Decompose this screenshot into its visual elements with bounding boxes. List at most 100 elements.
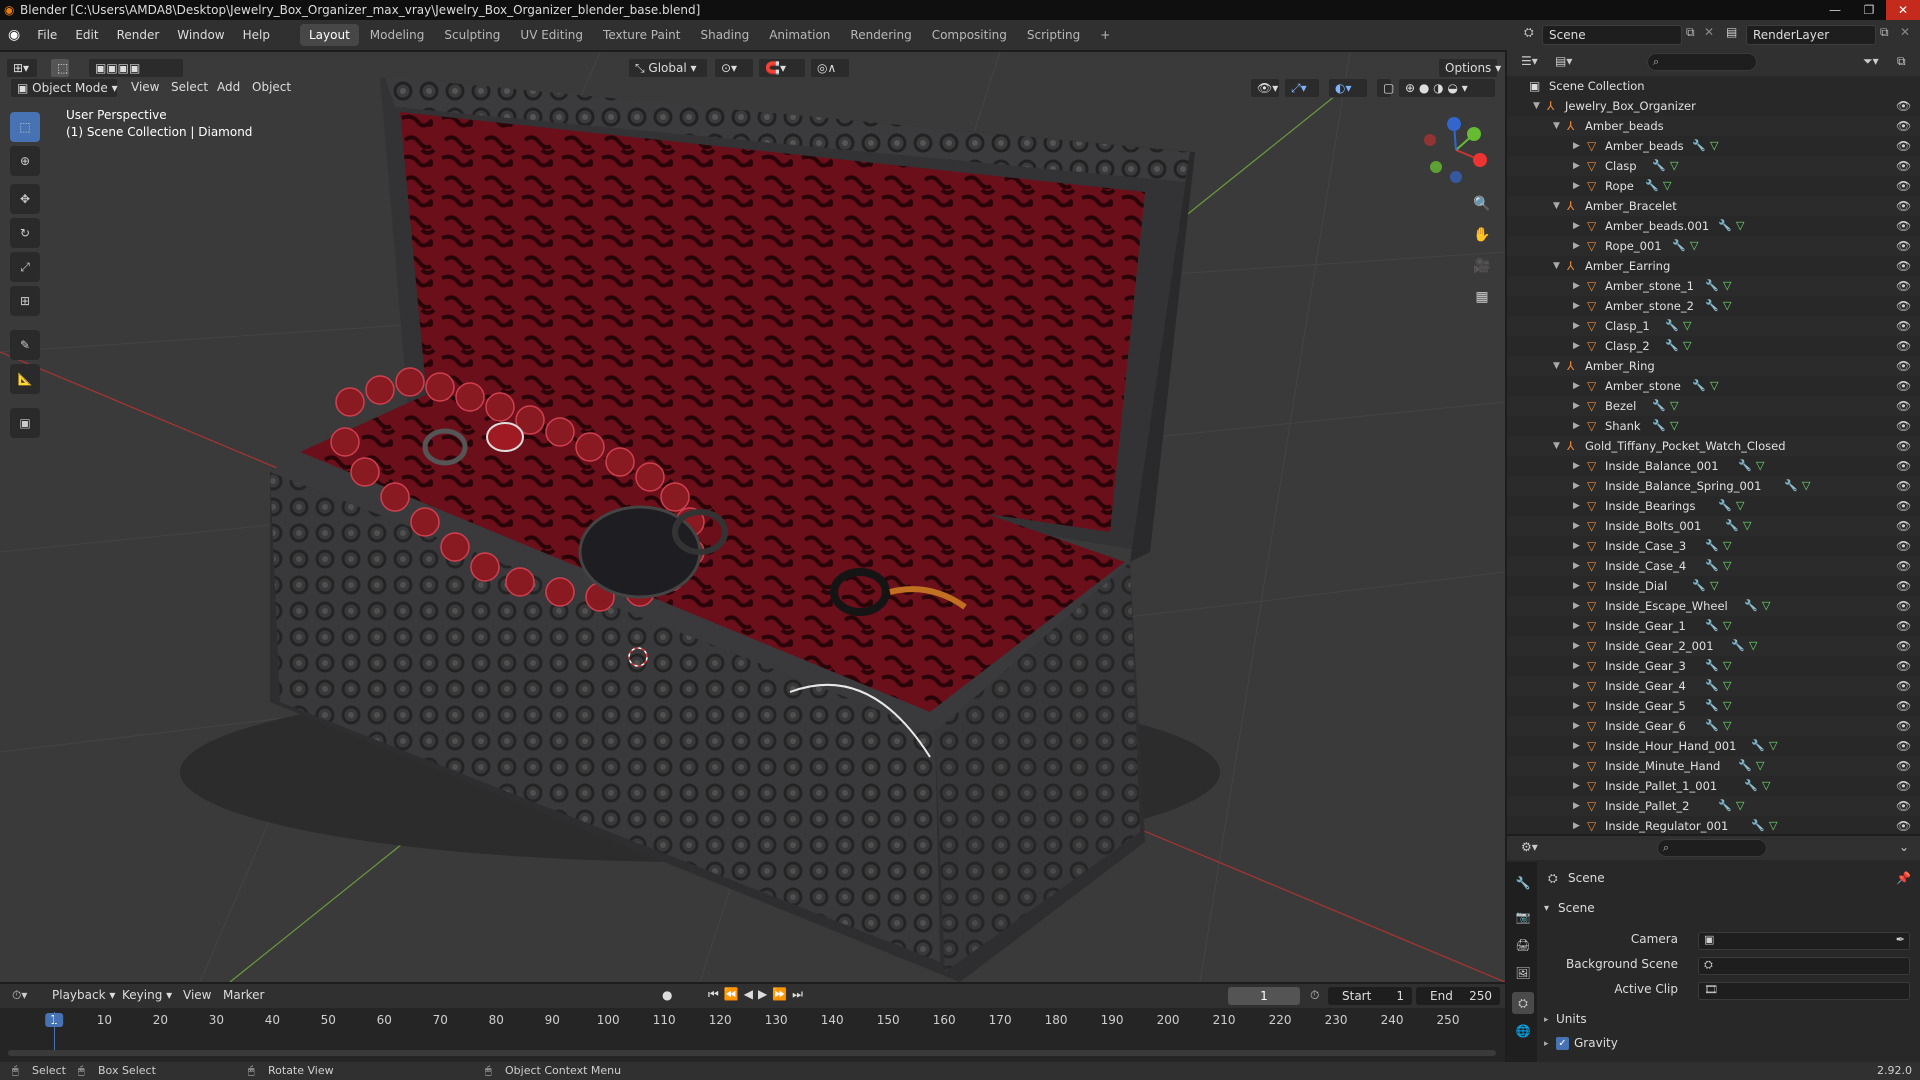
- expand-arrow-right-icon[interactable]: ▶: [1573, 576, 1580, 596]
- visibility-eye-icon[interactable]: 👁: [1896, 336, 1911, 356]
- object-mode-dropdown[interactable]: ▣ Object Mode ▾: [10, 78, 118, 98]
- mesh-data-icon[interactable]: ▽: [1769, 816, 1777, 836]
- expand-arrow-right-icon[interactable]: ▶: [1573, 496, 1580, 516]
- modifier-icon[interactable]: 🔧: [1665, 336, 1679, 356]
- visibility-eye-icon[interactable]: 👁: [1896, 476, 1911, 496]
- modifier-icon[interactable]: 🔧: [1692, 576, 1706, 596]
- visibility-eye-icon[interactable]: 👁: [1896, 536, 1911, 556]
- outliner-row[interactable]: ▶ ▽ Inside_Gear_3 🔧 ▽ 👁: [1507, 656, 1920, 676]
- modifier-icon[interactable]: 🔧: [1645, 176, 1659, 196]
- expand-arrow-down-icon[interactable]: ▼: [1553, 356, 1560, 376]
- outliner-search-input[interactable]: ⌕: [1647, 53, 1757, 71]
- expand-arrow-right-icon[interactable]: ▶: [1573, 376, 1580, 396]
- gizmo-toggle-icon[interactable]: ⤢▾: [1284, 78, 1320, 98]
- navigation-gizmo[interactable]: [1424, 117, 1487, 183]
- modifier-icon[interactable]: 🔧: [1705, 696, 1719, 716]
- outliner-row[interactable]: ▶ ▽ Inside_Gear_4 🔧 ▽ 👁: [1507, 676, 1920, 696]
- expand-arrow-right-icon[interactable]: ▶: [1573, 336, 1580, 356]
- modifier-icon[interactable]: 🔧: [1672, 236, 1686, 256]
- visibility-eye-icon[interactable]: 👁: [1896, 436, 1911, 456]
- visibility-eye-icon[interactable]: 👁: [1896, 576, 1911, 596]
- tab-texture-paint[interactable]: Texture Paint: [594, 24, 689, 46]
- visibility-eye-icon[interactable]: 👁: [1896, 396, 1911, 416]
- filter-icon[interactable]: ⏷▾: [1863, 54, 1879, 69]
- 3d-viewport[interactable]: [0, 52, 1505, 982]
- modifier-icon[interactable]: 🔧: [1652, 156, 1666, 176]
- modifier-icon[interactable]: 🔧: [1705, 676, 1719, 696]
- mesh-data-icon[interactable]: ▽: [1670, 416, 1678, 436]
- visibility-eye-icon[interactable]: 👁: [1896, 556, 1911, 576]
- mesh-data-icon[interactable]: ▽: [1749, 636, 1757, 656]
- outliner-row[interactable]: ▶ ▽ Clasp_1 🔧 ▽ 👁: [1507, 316, 1920, 336]
- outliner-row[interactable]: ▶ ▽ Inside_Pallet_1_001 🔧 ▽ 👁: [1507, 776, 1920, 796]
- outliner-row[interactable]: ▶ ▽ Inside_Dial 🔧 ▽ 👁: [1507, 576, 1920, 596]
- proportional-edit-icon[interactable]: ◎∧: [810, 58, 850, 78]
- expand-arrow-right-icon[interactable]: ▶: [1573, 716, 1580, 736]
- expand-arrow-right-icon[interactable]: ▶: [1573, 476, 1580, 496]
- expand-arrow-right-icon[interactable]: ▶: [1573, 736, 1580, 756]
- visibility-eye-icon[interactable]: 👁: [1896, 496, 1911, 516]
- outliner-row[interactable]: ▶ ▽ Inside_Case_3 🔧 ▽ 👁: [1507, 536, 1920, 556]
- expand-arrow-right-icon[interactable]: ▶: [1573, 316, 1580, 336]
- tab-uv-editing[interactable]: UV Editing: [511, 24, 592, 46]
- options-dropdown[interactable]: Options ▾: [1438, 58, 1501, 78]
- visibility-eye-icon[interactable]: 👁: [1896, 116, 1911, 136]
- modifier-icon[interactable]: 🔧: [1784, 476, 1798, 496]
- new-collection-icon[interactable]: ⧉: [1897, 54, 1906, 69]
- mesh-data-icon[interactable]: ▽: [1756, 456, 1764, 476]
- outliner-row[interactable]: ▶ ▽ Clasp_2 🔧 ▽ 👁: [1507, 336, 1920, 356]
- visibility-eye-icon[interactable]: 👁: [1896, 216, 1911, 236]
- mesh-data-icon[interactable]: ▽: [1762, 776, 1770, 796]
- camera-field[interactable]: ▣ ✒: [1698, 932, 1910, 950]
- mesh-data-icon[interactable]: ▽: [1736, 216, 1744, 236]
- outliner-row[interactable]: ▶ ▽ Inside_Balance_Spring_001 🔧 ▽ 👁: [1507, 476, 1920, 496]
- modifier-icon[interactable]: 🔧: [1751, 736, 1765, 756]
- mesh-data-icon[interactable]: ▽: [1670, 396, 1678, 416]
- expand-arrow-right-icon[interactable]: ▶: [1573, 676, 1580, 696]
- visibility-eye-icon[interactable]: 👁: [1896, 296, 1911, 316]
- menu-help[interactable]: Help: [234, 20, 279, 50]
- record-icon[interactable]: ●: [662, 988, 672, 1002]
- mesh-data-icon[interactable]: ▽: [1723, 716, 1731, 736]
- display-mode-icon[interactable]: ▤▾: [1555, 54, 1572, 68]
- visibility-eye-icon[interactable]: 👁: [1896, 136, 1911, 156]
- outliner-row[interactable]: ▼ ⅄ Amber_beads 👁: [1507, 116, 1920, 136]
- expand-arrow-right-icon[interactable]: ▶: [1573, 616, 1580, 636]
- visibility-eye-icon[interactable]: 👁: [1896, 756, 1911, 776]
- outliner-row[interactable]: ▶ ▽ Inside_Balance_001 🔧 ▽ 👁: [1507, 456, 1920, 476]
- outliner-row[interactable]: ▶ ▽ Inside_Case_4 🔧 ▽ 👁: [1507, 556, 1920, 576]
- transform-orientation-dropdown[interactable]: ⤡ Global ▾: [628, 58, 708, 78]
- mesh-data-icon[interactable]: ▽: [1710, 576, 1718, 596]
- outliner-row[interactable]: ▶ ▽ Inside_Minute_Hand 🔧 ▽ 👁: [1507, 756, 1920, 776]
- outliner-row[interactable]: ▶ ▽ Shank 🔧 ▽ 👁: [1507, 416, 1920, 436]
- mesh-data-icon[interactable]: ▽: [1663, 176, 1671, 196]
- gravity-panel-header[interactable]: Gravity: [1574, 1036, 1618, 1050]
- mesh-data-icon[interactable]: ▽: [1710, 376, 1718, 396]
- outliner-row[interactable]: ▶ ▽ Inside_Regulator_001 🔧 ▽ 👁: [1507, 816, 1920, 836]
- expand-arrow-right-icon[interactable]: ▶: [1573, 556, 1580, 576]
- mesh-data-icon[interactable]: ▽: [1683, 316, 1691, 336]
- mesh-data-icon[interactable]: ▽: [1670, 156, 1678, 176]
- modifier-icon[interactable]: 🔧: [1692, 136, 1706, 156]
- timeline-editor-type-icon[interactable]: ⏱▾: [12, 988, 27, 1003]
- delete-renderlayer-icon[interactable]: ✕: [1900, 25, 1910, 39]
- timeline-menu-view[interactable]: View: [183, 988, 211, 1002]
- expand-arrow-right-icon[interactable]: ▶: [1573, 776, 1580, 796]
- modifier-icon[interactable]: 🔧: [1718, 496, 1732, 516]
- outliner-row[interactable]: ▶ ▽ Inside_Hour_Hand_001 🔧 ▽ 👁: [1507, 736, 1920, 756]
- minimize-icon[interactable]: —: [1818, 0, 1852, 20]
- mesh-data-icon[interactable]: ▽: [1723, 276, 1731, 296]
- snap-icon[interactable]: 🧲▾: [758, 58, 806, 78]
- modifier-icon[interactable]: 🔧: [1705, 716, 1719, 736]
- scene-panel-header[interactable]: Scene: [1558, 901, 1595, 915]
- delete-scene-icon[interactable]: ✕: [1704, 25, 1714, 39]
- outliner-row[interactable]: ▶ ▽ Rope_001 🔧 ▽ 👁: [1507, 236, 1920, 256]
- gravity-chevron-icon[interactable]: ▸: [1544, 1039, 1549, 1049]
- properties-options-icon[interactable]: ⌄: [1899, 840, 1909, 854]
- visibility-eye-icon[interactable]: 👁: [1896, 176, 1911, 196]
- add-cube-tool-icon[interactable]: ▣: [10, 408, 40, 438]
- expand-arrow-right-icon[interactable]: ▶: [1573, 296, 1580, 316]
- viewport-menu-add[interactable]: Add: [217, 78, 240, 96]
- playback-controls-icon[interactable]: ⏮⏪◀▶⏩⏭: [708, 987, 808, 1002]
- tab-sculpting[interactable]: Sculpting: [435, 24, 509, 46]
